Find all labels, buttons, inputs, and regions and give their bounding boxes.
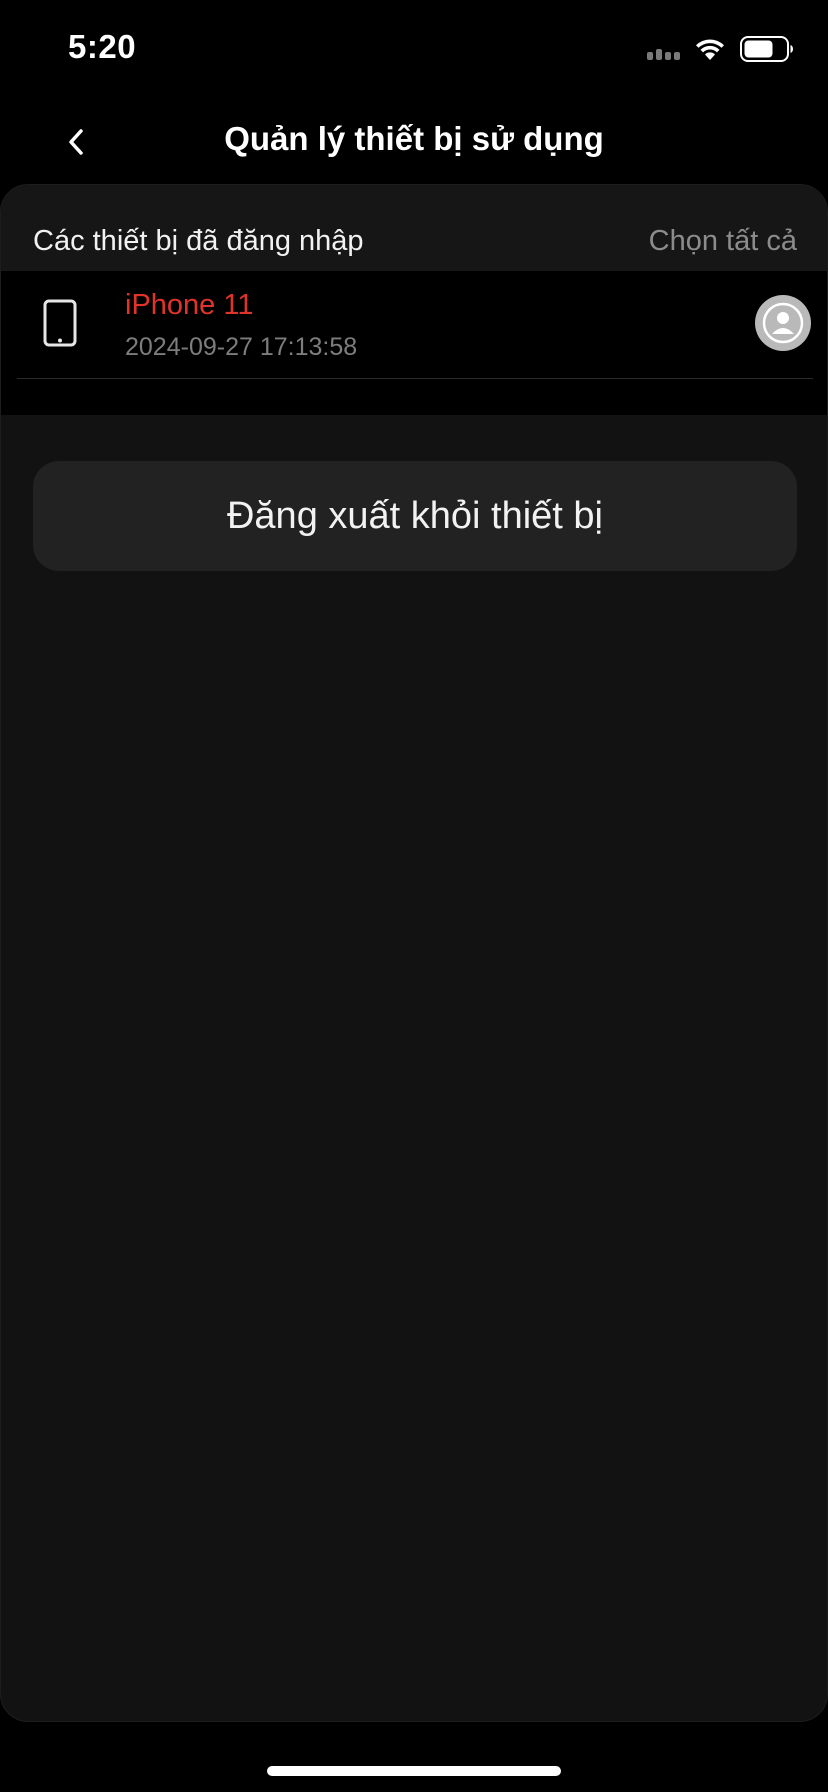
phone-icon bbox=[43, 299, 77, 352]
navigation-bar: Quản lý thiết bị sử dụng bbox=[0, 100, 828, 184]
home-indicator bbox=[267, 1766, 561, 1776]
user-icon bbox=[762, 302, 804, 344]
status-time: 5:20 bbox=[68, 28, 137, 65]
battery-icon bbox=[740, 36, 794, 62]
page-title: Quản lý thiết bị sử dụng bbox=[224, 120, 604, 157]
signal-icon bbox=[647, 38, 680, 60]
section-title: Các thiết bị đã đăng nhập bbox=[33, 225, 364, 257]
device-last-login: 2024-09-27 17:13:58 bbox=[125, 333, 358, 361]
content-panel: Các thiết bị đã đăng nhập Chọn tất cả iP… bbox=[0, 184, 828, 1722]
status-bar: 5:20 bbox=[0, 0, 828, 100]
device-name: iPhone 11 bbox=[125, 289, 254, 321]
status-icons bbox=[647, 36, 794, 62]
device-management-screen: 5:20 Quản lý thiết bị sử dụng Các thiết … bbox=[0, 0, 828, 1792]
select-all-button[interactable]: Chọn tất cả bbox=[649, 225, 797, 258]
device-select-toggle[interactable] bbox=[755, 295, 811, 351]
device-list: iPhone 11 2024-09-27 17:13:58 bbox=[1, 271, 827, 415]
section-header: Các thiết bị đã đăng nhập Chọn tất cả bbox=[1, 185, 827, 271]
device-row[interactable]: iPhone 11 2024-09-27 17:13:58 bbox=[17, 271, 813, 379]
wifi-icon bbox=[694, 37, 726, 61]
logout-device-button[interactable]: Đăng xuất khỏi thiết bị bbox=[33, 461, 797, 571]
